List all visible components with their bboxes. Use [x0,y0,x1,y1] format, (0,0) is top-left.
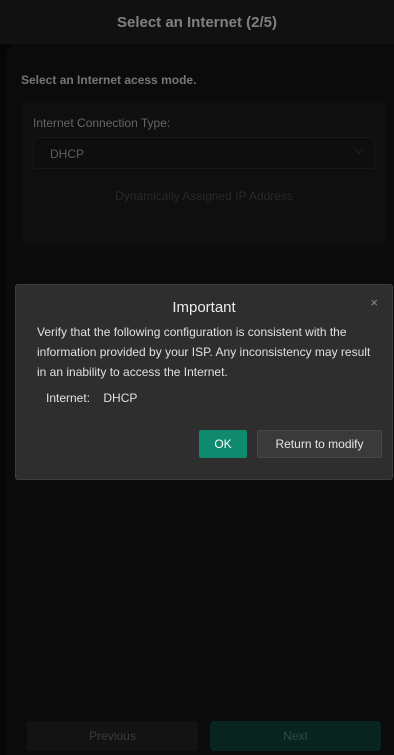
important-dialog: × Important Verify that the following co… [15,284,393,480]
internet-summary-value: DHCP [103,391,138,405]
return-to-modify-button[interactable]: Return to modify [257,430,382,458]
dialog-message: Verify that the following configuration … [37,325,371,379]
ok-button[interactable]: OK [199,430,247,458]
internet-summary-label: Internet: [46,391,91,405]
internet-summary: Internet: DHCP [46,391,137,405]
dialog-title: Important [172,299,236,316]
setup-wizard-page: Select an Internet (2/5) Select an Inter… [0,0,394,755]
